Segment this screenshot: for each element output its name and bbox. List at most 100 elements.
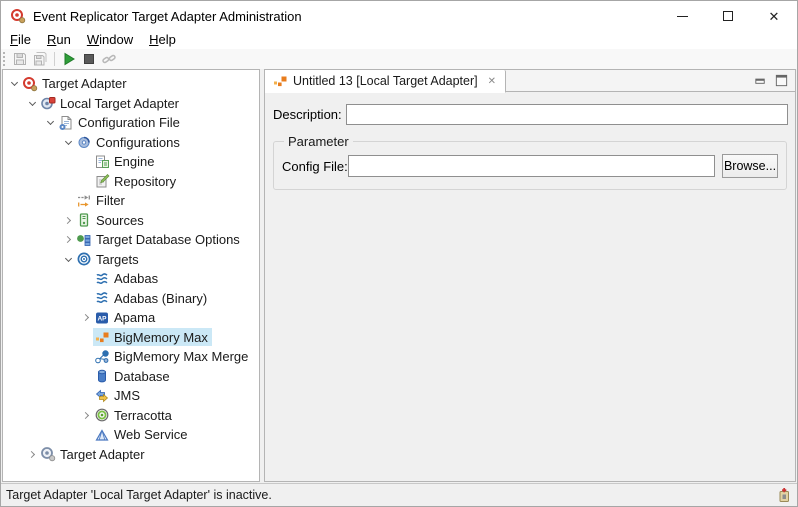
maximize-view-button[interactable] [774, 73, 789, 93]
chevron-collapsed-icon[interactable] [79, 407, 93, 423]
tree-item-label: Configurations [96, 135, 180, 150]
chevron-none [79, 388, 93, 404]
jms-icon [94, 388, 110, 404]
description-input[interactable] [346, 104, 788, 125]
tree-item-label: Targets [96, 252, 139, 267]
menu-window[interactable]: Window [79, 31, 141, 49]
close-button[interactable]: ✕ [751, 1, 797, 31]
tree-item-targets[interactable]: Targets [3, 250, 259, 270]
terracotta-icon [94, 407, 110, 423]
parameter-group: Parameter Config File: Browse... [273, 134, 787, 190]
chevron-none [79, 329, 93, 345]
tree-item-jms[interactable]: JMS [3, 386, 259, 406]
menu-help[interactable]: Help [141, 31, 184, 49]
window-controls: ✕ [659, 1, 797, 31]
tree-item-target-adapter[interactable]: Target Adapter [3, 74, 259, 94]
save-button[interactable] [10, 50, 30, 68]
title-bar: Event Replicator Target Adapter Administ… [1, 1, 797, 31]
stop-icon [81, 51, 97, 67]
disconnect-button[interactable] [99, 50, 119, 68]
chevron-collapsed-icon[interactable] [61, 212, 75, 228]
tree-item-label: BigMemory Max [114, 330, 208, 345]
chevron-collapsed-icon[interactable] [25, 446, 39, 462]
tree-item-apama[interactable]: AP Apama [3, 308, 259, 328]
tree-item-configuration-file[interactable]: Configuration File [3, 113, 259, 133]
bigmemory-max-icon [272, 73, 288, 89]
config-file-input[interactable] [348, 155, 715, 177]
tree-item-label: Terracotta [114, 408, 172, 423]
bigmemory-max-icon [94, 329, 110, 345]
run-icon [61, 51, 77, 67]
main-area: Target Adapter Local Target Adapter Conf… [1, 69, 797, 483]
tree-item-target-adapter-2[interactable]: Target Adapter [3, 445, 259, 465]
close-icon: ✕ [769, 10, 780, 23]
svg-text:AP: AP [97, 315, 107, 322]
maximize-icon [723, 11, 733, 21]
toolbar-drag-handle[interactable] [3, 52, 6, 66]
tab-untitled-13[interactable]: Untitled 13 [Local Target Adapter] ✕ [265, 70, 506, 93]
tree-item-sources[interactable]: Sources [3, 211, 259, 231]
chevron-none [79, 154, 93, 170]
local-target-adapter-icon [40, 95, 56, 111]
tree-item-label: Apama [114, 310, 155, 325]
chevron-expanded-icon[interactable] [43, 115, 57, 131]
target-adapter-icon [10, 8, 26, 24]
target-adapter-icon [22, 76, 38, 92]
tree-item-repository[interactable]: Repository [3, 172, 259, 192]
tree-item-label: Web Service [114, 427, 187, 442]
tree-item-terracotta[interactable]: Terracotta [3, 406, 259, 426]
filter-icon [76, 193, 92, 209]
tree-panel: Target Adapter Local Target Adapter Conf… [2, 69, 260, 482]
tree-item-database[interactable]: Database [3, 367, 259, 387]
stop-button[interactable] [79, 50, 99, 68]
tree-item-label: Filter [96, 193, 125, 208]
tree-item-web-service[interactable]: Web Service [3, 425, 259, 445]
close-icon[interactable]: ✕ [486, 75, 498, 88]
tree-item-target-database-options[interactable]: Target Database Options [3, 230, 259, 250]
tree-item-label: Engine [114, 154, 154, 169]
tree-item-bigmemory-max-merge[interactable]: BigMemory Max Merge [3, 347, 259, 367]
engine-icon [94, 154, 110, 170]
tree-item-bigmemory-max[interactable]: BigMemory Max [3, 328, 259, 348]
menu-run[interactable]: Run [39, 31, 79, 49]
browse-button[interactable]: Browse... [722, 154, 778, 178]
chevron-expanded-icon[interactable] [7, 76, 21, 92]
chevron-none [79, 173, 93, 189]
run-button[interactable] [59, 50, 79, 68]
editor-tab-bar: Untitled 13 [Local Target Adapter] ✕ [265, 70, 795, 92]
status-message: Target Adapter 'Local Target Adapter' is… [6, 488, 272, 502]
menu-bar: File Run Window Help [1, 31, 797, 49]
chevron-collapsed-icon[interactable] [79, 310, 93, 326]
description-row: Description: [273, 104, 788, 125]
tab-title: Untitled 13 [Local Target Adapter] [293, 74, 478, 88]
chevron-collapsed-icon[interactable] [61, 232, 75, 248]
chevron-expanded-icon[interactable] [61, 134, 75, 150]
config-file-label: Config File: [282, 159, 348, 174]
save-icon [12, 51, 28, 67]
tree-item-label: Target Adapter [42, 76, 127, 91]
maximize-button[interactable] [705, 1, 751, 31]
tree-item-engine[interactable]: Engine [3, 152, 259, 172]
tree-item-configurations[interactable]: Configurations [3, 133, 259, 153]
tree-item-label: Repository [114, 174, 176, 189]
chevron-none [61, 193, 75, 209]
tree-item-adabas[interactable]: Adabas [3, 269, 259, 289]
error-log-icon[interactable] [776, 487, 792, 503]
save-all-button[interactable] [30, 50, 50, 68]
targets-icon [76, 251, 92, 267]
tree-item-label: BigMemory Max Merge [114, 349, 248, 364]
chevron-expanded-icon[interactable] [61, 251, 75, 267]
database-icon [94, 368, 110, 384]
tree-item-label: Target Database Options [96, 232, 240, 247]
minimize-button[interactable] [659, 1, 705, 31]
tree-item-filter[interactable]: Filter [3, 191, 259, 211]
tree-item-adabas-binary[interactable]: Adabas (Binary) [3, 289, 259, 309]
chevron-none [79, 368, 93, 384]
repository-icon [94, 173, 110, 189]
menu-file[interactable]: File [2, 31, 39, 49]
tree-item-local-target-adapter[interactable]: Local Target Adapter [3, 94, 259, 114]
tree-item-label: Database [114, 369, 170, 384]
target-database-options-icon [76, 232, 92, 248]
minimize-view-button[interactable] [753, 73, 768, 93]
chevron-expanded-icon[interactable] [25, 95, 39, 111]
